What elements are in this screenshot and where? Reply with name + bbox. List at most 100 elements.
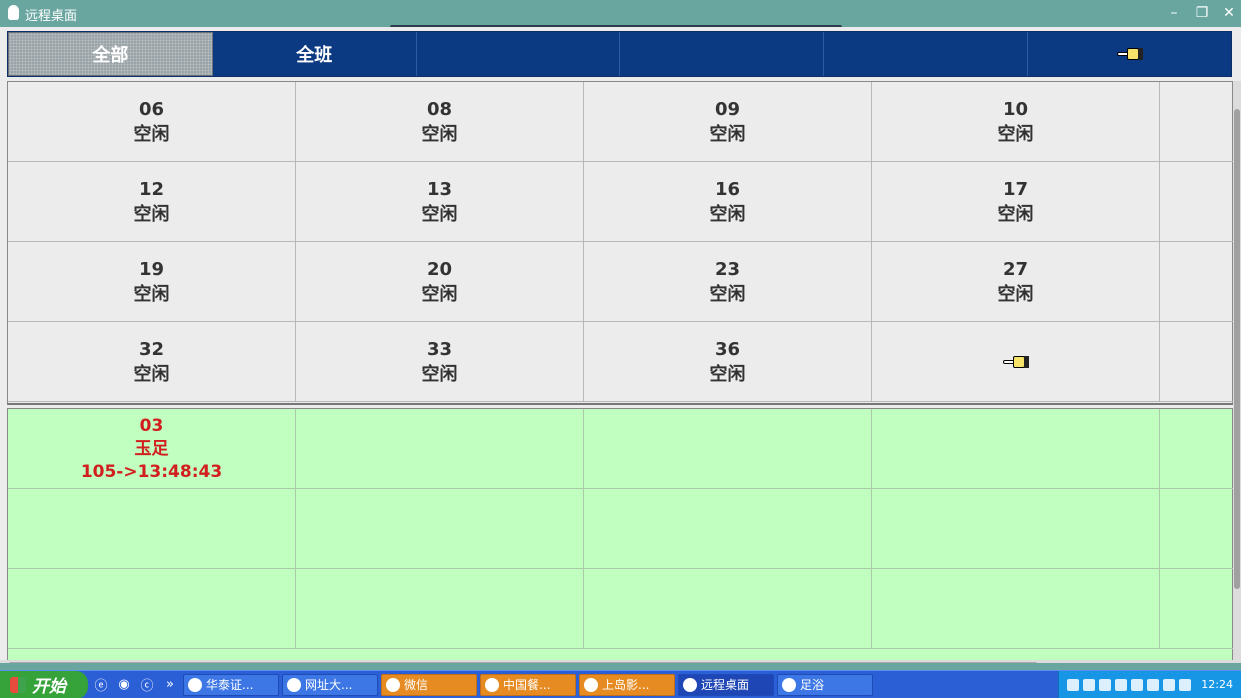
active-room-cell-empty[interactable] [1160,489,1234,569]
room-status: 空闲 [133,123,170,145]
active-room-cell-empty[interactable] [584,409,872,489]
tab-empty-5[interactable] [824,32,1029,76]
active-room-cell-empty[interactable] [872,409,1160,489]
taskbar-item[interactable]: 上岛影... [579,673,675,696]
room-cell[interactable]: 10 空闲 [872,82,1160,162]
room-status: 空闲 [709,363,746,385]
tray-icon[interactable] [1067,678,1080,691]
folder-icon [782,677,796,692]
tab-next-page[interactable] [1028,32,1231,76]
active-room-timer: 105->13:48:43 [80,462,223,482]
system-tray: 12:24 [1058,670,1241,698]
taskbar-item[interactable]: 足浴 [777,673,873,696]
tray-icon[interactable] [1147,678,1160,691]
room-number: 09 [714,98,741,120]
active-room-cell[interactable]: 03 玉足 105->13:48:43 [8,409,296,489]
room-cell[interactable]: 36 空闲 [584,322,872,402]
idle-rooms-grid: 06 空闲 08 空闲 09 空闲 10 空闲 12 空闲 13 空闲 16 空闲 17 空闲 … [7,81,1234,405]
vertical-scroll-thumb[interactable] [1234,109,1240,589]
tray-icon[interactable] [1099,678,1112,691]
taskbar-item[interactable]: 中国餐... [480,673,576,696]
quicklaunch-more-icon[interactable]: » [160,675,180,695]
room-cell[interactable]: 13 空闲 [296,162,584,242]
qq-quicklaunch-icon[interactable]: ◉ [114,675,134,695]
taskbar-item-label: 远程桌面 [701,678,750,692]
room-cell[interactable]: 23 空闲 [584,242,872,322]
active-room-cell-empty[interactable] [872,569,1160,649]
tray-icon[interactable] [1179,678,1192,691]
system-clock[interactable]: 12:24 [1201,678,1233,691]
browser-quicklaunch-icon[interactable]: ⓒ [137,675,157,695]
taskbar-item-label: 足浴 [800,678,825,692]
room-cell[interactable]: 17 空闲 [872,162,1160,242]
ie-quicklaunch-icon[interactable]: ⓔ [91,675,111,695]
start-button[interactable]: 开始 [0,670,88,698]
room-cell[interactable]: 08 空闲 [296,82,584,162]
taskbar-item-label: 网址大... [305,678,353,692]
taskbar-item[interactable]: 网址大... [282,673,378,696]
room-number: 36 [714,338,741,360]
room-number: 08 [426,98,453,120]
taskbar-item-label: 中国餐... [503,678,551,692]
room-cell[interactable]: 32 空闲 [8,322,296,402]
room-cell[interactable]: 09 空闲 [584,82,872,162]
tray-icon[interactable] [1163,678,1176,691]
tab-empty-3[interactable] [416,32,621,76]
minimize-button[interactable]: – [1163,2,1185,24]
tab-all[interactable]: 全部 [8,32,213,76]
room-cell[interactable]: 20 空闲 [296,242,584,322]
active-room-cell-empty[interactable] [1160,409,1234,489]
room-cell[interactable]: 12 空闲 [8,162,296,242]
tray-icon[interactable] [1115,678,1128,691]
room-cell-partial[interactable] [1160,242,1234,322]
title-bar[interactable]: 远程桌面 – ❐ ✕ [0,0,1241,29]
horizontal-scroll-thumb[interactable] [8,662,1038,663]
room-tabs: 全部 全班 [7,31,1232,77]
app-icon [188,677,202,692]
room-status: 空闲 [133,203,170,225]
tray-icon[interactable] [1083,678,1096,691]
room-status: 空闲 [997,203,1034,225]
tray-icon[interactable] [1131,678,1144,691]
active-room-cell-empty[interactable] [1160,569,1234,649]
horizontal-scrollbar[interactable] [0,660,1241,663]
room-cell-partial[interactable] [1160,82,1234,162]
active-room-cell-empty[interactable] [296,569,584,649]
tab-shift[interactable]: 全班 [212,32,417,76]
next-page-cell[interactable] [872,322,1160,402]
room-cell[interactable]: 19 空闲 [8,242,296,322]
tab-empty-4[interactable] [620,32,825,76]
active-room-cell-empty[interactable] [584,569,872,649]
room-cell[interactable]: 16 空闲 [584,162,872,242]
taskbar-item-label: 上岛影... [602,678,650,692]
active-room-cell-empty[interactable] [584,489,872,569]
room-status: 空闲 [709,123,746,145]
active-room-cell-empty[interactable] [872,489,1160,569]
vertical-scrollbar[interactable] [1233,81,1241,663]
room-cell[interactable]: 33 空闲 [296,322,584,402]
close-button[interactable]: ✕ [1218,2,1240,24]
taskbar-item-active[interactable]: 远程桌面 [678,673,774,696]
room-number: 27 [1002,258,1029,280]
room-cell-partial[interactable] [1160,322,1234,402]
wechat-icon [386,677,400,692]
restore-button[interactable]: ❐ [1191,2,1213,24]
room-status: 空闲 [421,203,458,225]
taskbar: 开始 ⓔ ◉ ⓒ » 华泰证... 网址大... 微信 中国餐... 上岛影..… [0,670,1241,698]
app-icon [287,677,301,692]
room-cell[interactable]: 06 空闲 [8,82,296,162]
taskbar-item[interactable]: 微信 [381,673,477,696]
room-status: 空闲 [997,283,1034,305]
app-icon [584,677,598,692]
app-window: 全部 全班 06 空闲 08 空闲 09 空闲 10 空闲 12 空闲 13 空闲 16 空闲… [0,27,1241,663]
active-room-cell-empty[interactable] [8,489,296,569]
room-cell[interactable]: 27 空闲 [872,242,1160,322]
taskbar-item[interactable]: 华泰证... [183,673,279,696]
active-room-cell-empty[interactable] [296,489,584,569]
start-label: 开始 [32,677,66,697]
room-cell-partial[interactable] [1160,162,1234,242]
active-room-cell-empty[interactable] [296,409,584,489]
remote-desktop-app-icon [8,5,19,20]
active-room-cell-empty[interactable] [8,569,296,649]
room-number: 20 [426,258,453,280]
